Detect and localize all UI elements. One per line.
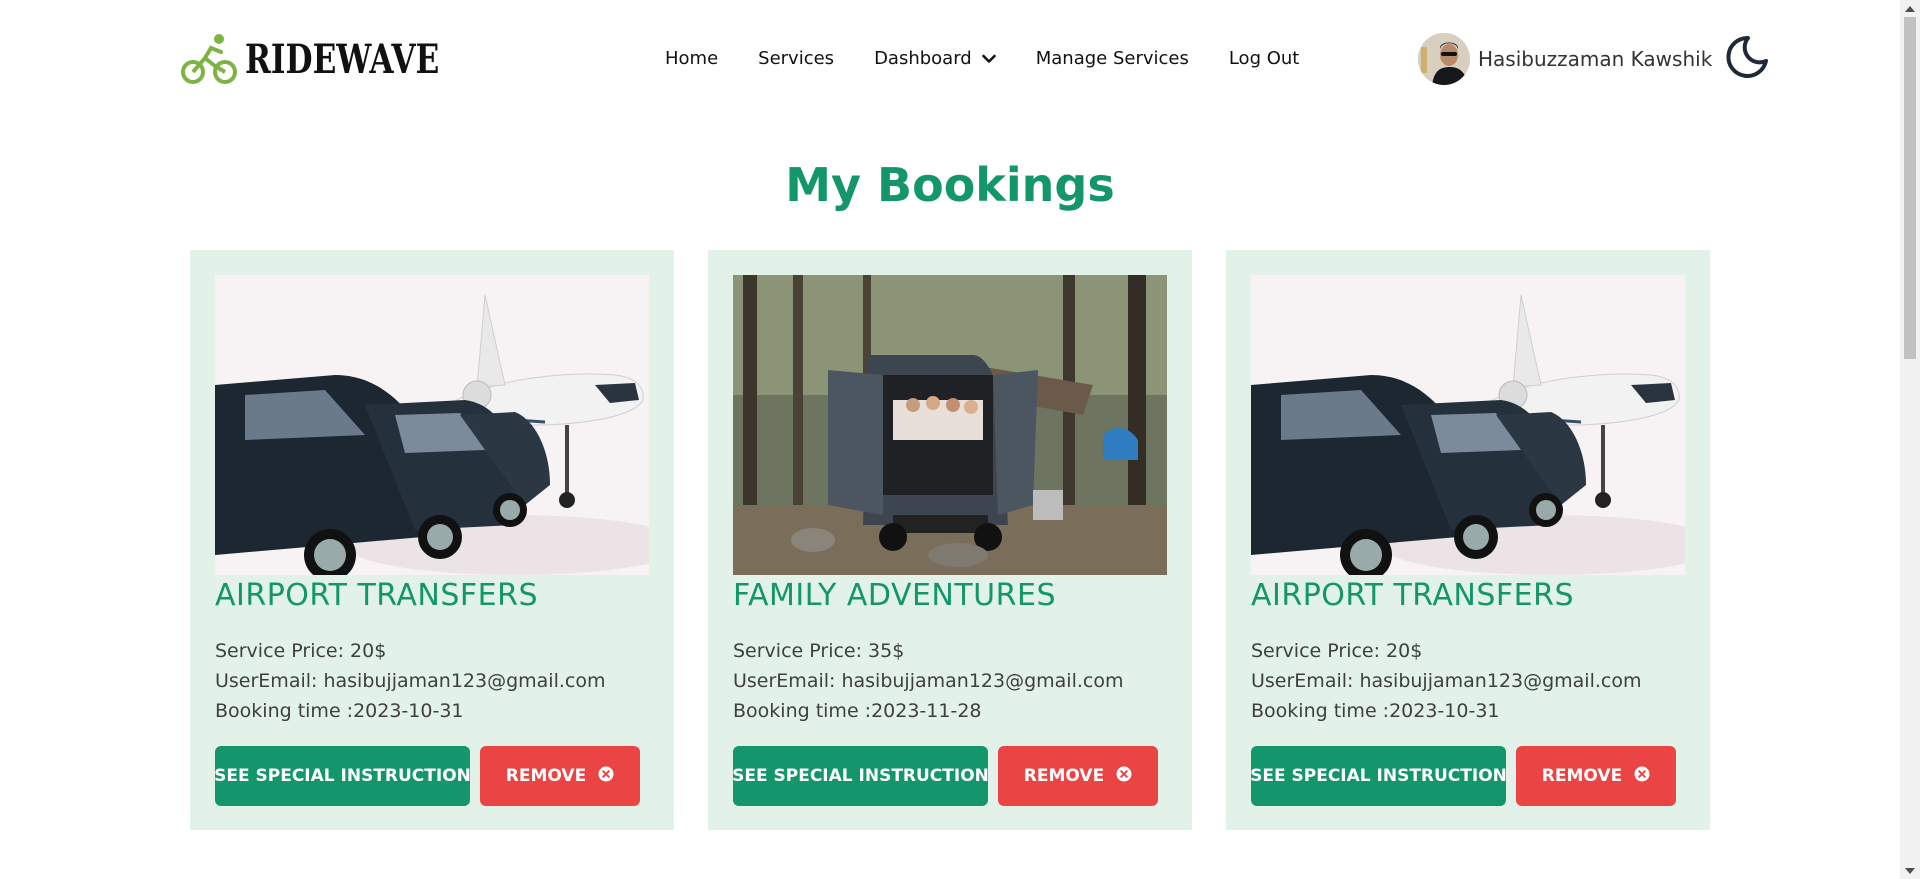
moon-icon[interactable] (1724, 34, 1770, 84)
remove-button-label: REMOVE (505, 766, 587, 786)
close-circle-icon (1116, 766, 1132, 787)
user-area: Hasibuzzaman Kawshik (1418, 33, 1770, 85)
see-special-instruction-button[interactable]: SEE SPECIAL INSTRUCTION (1250, 746, 1507, 806)
nav-dashboard-label: Dashboard (874, 48, 972, 69)
scroll-up-arrow-icon[interactable] (1900, 0, 1920, 17)
main-nav: Home Services Dashboard Manage Services … (645, 48, 1319, 69)
vertical-scrollbar[interactable] (1900, 0, 1920, 879)
service-price: Service Price: 20$ (215, 640, 387, 662)
remove-button-label: REMOVE (1023, 766, 1105, 786)
remove-button[interactable]: REMOVE (480, 746, 640, 806)
user-email: UserEmail: hasibujjaman123@gmail.com (1251, 670, 1642, 692)
booking-time: Booking time :2023-11-28 (733, 700, 982, 722)
service-price: Service Price: 20$ (1251, 640, 1423, 662)
cars-and-private-jet-image (1251, 275, 1685, 575)
see-special-instruction-button[interactable]: SEE SPECIAL INSTRUCTION (732, 746, 989, 806)
user-email: UserEmail: hasibujjaman123@gmail.com (733, 670, 1124, 692)
remove-button-label: REMOVE (1541, 766, 1623, 786)
booking-card: AIRPORT TRANSFERS Service Price: 20$ Use… (190, 250, 674, 830)
booking-details: Service Price: 20$ UserEmail: hasibujjam… (1251, 636, 1641, 726)
navbar: RIDEWAVE Home Services Dashboard Manage … (0, 0, 1900, 122)
booking-time: Booking time :2023-10-31 (1251, 700, 1500, 722)
scrollbar-thumb[interactable] (1904, 17, 1916, 359)
nav-services[interactable]: Services (738, 48, 854, 69)
nav-manage-services[interactable]: Manage Services (1016, 48, 1209, 69)
nav-home[interactable]: Home (645, 48, 738, 69)
camper-van-forest-image (733, 275, 1167, 575)
nav-dashboard[interactable]: Dashboard (854, 48, 1016, 69)
booking-details: Service Price: 20$ UserEmail: hasibujjam… (215, 636, 605, 726)
remove-button[interactable]: REMOVE (998, 746, 1158, 806)
nav-log-out[interactable]: Log Out (1209, 48, 1320, 69)
cyclist-icon (181, 30, 239, 88)
booking-title: FAMILY ADVENTURES (733, 578, 1056, 613)
booking-card: AIRPORT TRANSFERS Service Price: 20$ Use… (1226, 250, 1710, 830)
booking-card: FAMILY ADVENTURES Service Price: 35$ Use… (708, 250, 1192, 830)
chevron-down-icon (981, 48, 996, 69)
user-name: Hasibuzzaman Kawshik (1478, 47, 1713, 71)
user-email: UserEmail: hasibujjaman123@gmail.com (215, 670, 606, 692)
scroll-down-arrow-icon[interactable] (1900, 862, 1920, 879)
see-special-instruction-button[interactable]: SEE SPECIAL INSTRUCTION (214, 746, 471, 806)
booking-title: AIRPORT TRANSFERS (215, 578, 539, 613)
close-circle-icon (1634, 766, 1650, 787)
avatar[interactable] (1418, 33, 1470, 85)
booking-details: Service Price: 35$ UserEmail: hasibujjam… (733, 636, 1123, 726)
booking-time: Booking time :2023-10-31 (215, 700, 464, 722)
brand-logo[interactable]: RIDEWAVE (181, 30, 494, 88)
remove-button[interactable]: REMOVE (1516, 746, 1676, 806)
booking-title: AIRPORT TRANSFERS (1251, 578, 1575, 613)
close-circle-icon (598, 766, 614, 787)
page: RIDEWAVE Home Services Dashboard Manage … (0, 0, 1900, 879)
page-title: My Bookings (785, 158, 1115, 212)
service-price: Service Price: 35$ (733, 640, 905, 662)
brand-name: RIDEWAVE (245, 35, 440, 83)
cars-and-private-jet-image (215, 275, 649, 575)
